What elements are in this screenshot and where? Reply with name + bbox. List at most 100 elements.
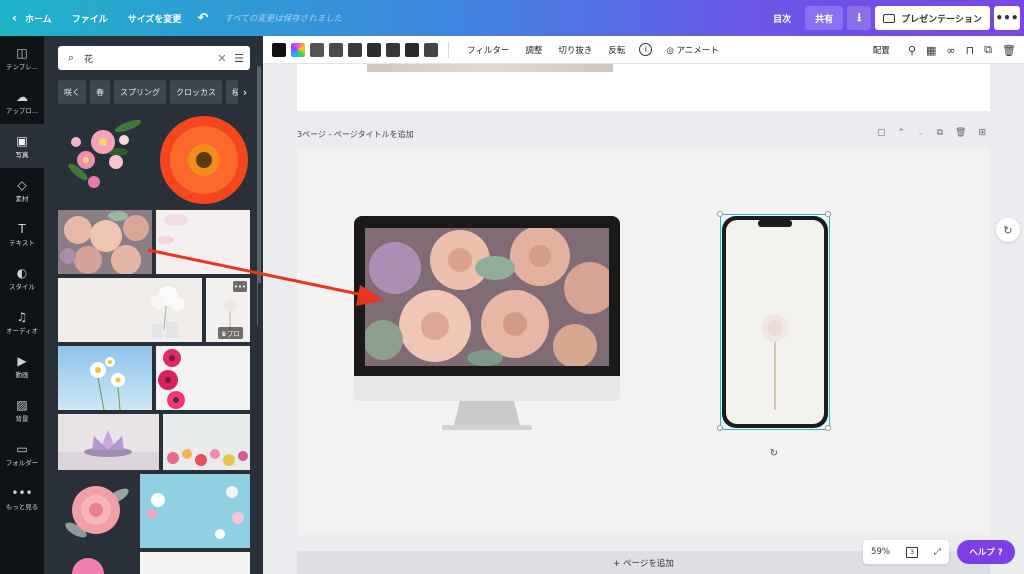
rail-label: もっと見る (5, 503, 39, 511)
adjust-button[interactable]: 調整 (517, 44, 550, 56)
clear-icon[interactable]: ✕ (214, 52, 230, 65)
rail-uploads[interactable]: ☁ アップロ... (0, 80, 44, 124)
add-page-icon[interactable]: ⊞ (978, 128, 986, 138)
rail-audio[interactable]: ♫ オーディオ (0, 300, 44, 344)
page-image-strip (367, 64, 613, 72)
position-button[interactable]: 配置 (865, 44, 898, 56)
resize-handle[interactable] (717, 211, 723, 217)
refresh-icon[interactable]: ↻ (996, 218, 1020, 242)
trash-icon[interactable]: 🗑 (1002, 44, 1016, 57)
rail-photos[interactable]: ▣ 写真 (0, 124, 44, 168)
resize-button[interactable]: サイズを変更 (118, 0, 192, 36)
move-down-icon[interactable]: ⌄ (917, 128, 925, 138)
move-up-icon[interactable]: ⌃ (897, 128, 905, 138)
monitor-roses-photo[interactable] (365, 228, 609, 366)
rail-elements[interactable]: ◇ 素材 (0, 168, 44, 212)
duplicate-icon[interactable]: ⧉ (984, 43, 992, 57)
photo-thumb-gerbera[interactable] (156, 112, 250, 206)
rail-video[interactable]: ▶ 動画 (0, 344, 44, 388)
download-icon[interactable]: ⭳ (847, 6, 872, 30)
resize-handle[interactable] (717, 425, 723, 431)
filter-button[interactable]: フィルター (459, 44, 517, 56)
rail-styles[interactable]: ◐ スタイル (0, 256, 44, 300)
video-icon: ▶ (17, 354, 27, 368)
rail-text[interactable]: T テキスト (0, 212, 44, 256)
page-count[interactable]: 3 (906, 546, 919, 558)
color-swatch[interactable] (386, 42, 400, 57)
photo-thumb-flowers-blue[interactable] (140, 474, 250, 548)
rail-label: 背景 (15, 415, 29, 423)
zoom-level[interactable]: 59% (871, 547, 890, 557)
animate-icon: ◎ (666, 45, 677, 56)
more-options-icon[interactable]: ••• (994, 6, 1020, 30)
color-swatch[interactable] (348, 42, 362, 57)
color-swatch[interactable] (272, 42, 286, 57)
chip[interactable]: スプリング (114, 80, 166, 104)
delete-page-icon[interactable]: 🗑 (955, 128, 966, 138)
presentation-icon (883, 13, 896, 23)
monitor-mockup[interactable] (354, 216, 620, 430)
photo-thumb-single-dahlia[interactable]: ••• ♛プロ (206, 278, 250, 342)
info-icon[interactable]: i (639, 43, 653, 56)
color-swatch[interactable] (367, 42, 381, 57)
paint-roller-icon[interactable]: ⚲ (908, 44, 916, 57)
toc-button[interactable]: 目次 (763, 6, 801, 30)
photo-thumb-white[interactable] (140, 552, 250, 574)
chip[interactable]: クロッカス (170, 80, 222, 104)
color-swatch[interactable] (405, 42, 419, 57)
duplicate-page-icon[interactable]: ⧉ (937, 128, 943, 138)
help-button[interactable]: ヘルプ ? (957, 540, 1015, 564)
photo-thumb-pink-heart[interactable] (58, 552, 118, 574)
photo-thumb-pink-gerberas[interactable] (156, 346, 250, 410)
link-icon[interactable]: ∞ (946, 44, 955, 57)
photo-thumb-pale-petals[interactable] (156, 210, 250, 274)
search-input[interactable]: 花 (80, 52, 214, 65)
resize-handle[interactable] (825, 211, 831, 217)
rail-more[interactable]: ••• もっと見る (0, 476, 44, 520)
image-icon: ▣ (16, 134, 28, 148)
rail-templates[interactable]: ◫ テンプレ... (0, 36, 44, 80)
rail-background[interactable]: ▨ 背景 (0, 388, 44, 432)
color-swatch[interactable] (424, 42, 438, 57)
home-button[interactable]: ‹ ホーム (0, 0, 62, 36)
chip[interactable]: 春 (90, 80, 110, 104)
previous-page[interactable] (297, 64, 990, 111)
photo-thumb-gypsophila-vase[interactable] (58, 278, 202, 342)
note-icon[interactable]: ▢ (877, 128, 886, 138)
phone-mockup[interactable] (717, 211, 831, 431)
photo-thumb-lotus[interactable] (58, 414, 159, 470)
filter-sliders-icon[interactable]: ☰ (230, 52, 248, 65)
page-tools: ▢ ⌃ ⌄ ⧉ 🗑 ⊞ (877, 128, 986, 138)
color-swatch[interactable] (329, 42, 343, 57)
chip[interactable]: 咲く (58, 80, 86, 104)
chevron-right-icon[interactable]: › (238, 80, 252, 104)
resize-handle[interactable] (825, 425, 831, 431)
flip-button[interactable]: 反転 (600, 44, 633, 56)
rail-label: フォルダー (5, 459, 39, 467)
photo-thumb-flower-row[interactable] (163, 414, 250, 470)
crop-button[interactable]: 切り抜き (550, 44, 600, 56)
color-swatch[interactable] (310, 42, 324, 57)
photo-thumb-watercolor-rose[interactable] (58, 474, 136, 548)
rotate-icon[interactable]: ↻ (768, 448, 780, 460)
rail-folders[interactable]: ▭ フォルダー (0, 432, 44, 476)
monitor-stand (442, 401, 532, 430)
photo-thumb-roses[interactable] (58, 210, 152, 274)
page-title[interactable]: 3ページ - ページタイトルを追加 (297, 129, 414, 140)
present-button[interactable]: プレゼンテーション (875, 6, 990, 30)
file-menu[interactable]: ファイル (62, 0, 118, 36)
page-3[interactable]: ↻ (297, 148, 990, 535)
animate-button[interactable]: ◎ アニメート (658, 44, 726, 56)
transparency-icon[interactable]: ▦ (926, 44, 936, 57)
lock-icon[interactable]: ⊓ (966, 44, 975, 57)
share-button[interactable]: 共有 (805, 6, 844, 30)
fullscreen-icon[interactable]: ⤢ (934, 547, 941, 557)
more-options-icon[interactable]: ••• (233, 281, 247, 292)
rail-label: テンプレ... (5, 63, 38, 71)
photo-search[interactable]: ⌕ 花 ✕ ☰ (58, 46, 250, 70)
rainbow-color-icon[interactable] (291, 42, 305, 57)
photo-thumb-daisies-sky[interactable] (58, 346, 152, 410)
pro-badge: ♛プロ (218, 327, 243, 339)
undo-icon[interactable]: ↶ (191, 0, 214, 36)
photo-thumb-floral-cluster[interactable] (58, 112, 152, 206)
